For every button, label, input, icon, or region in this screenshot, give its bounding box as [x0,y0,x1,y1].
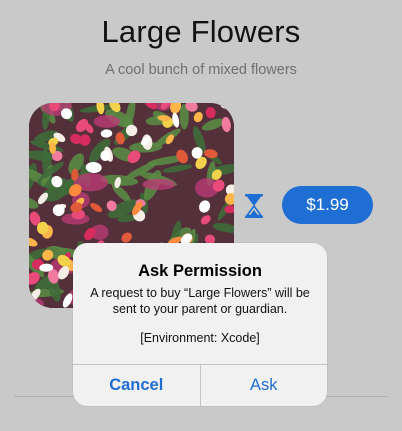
buy-price-button[interactable]: $1.99 [282,186,373,224]
ask-button[interactable]: Ask [201,365,328,406]
ask-permission-alert: Ask Permission A request to buy “Large F… [73,243,327,406]
product-title: Large Flowers [101,14,301,49]
product-subtitle: A cool bunch of mixed flowers [105,62,297,78]
alert-title: Ask Permission [138,262,262,280]
cancel-button[interactable]: Cancel [73,365,201,406]
alert-environment: [Environment: Xcode] [140,331,260,345]
alert-message: A request to buy “Large Flowers” will be… [90,286,310,316]
alert-actions: Cancel Ask [73,364,327,406]
hourglass-icon [243,193,265,219]
